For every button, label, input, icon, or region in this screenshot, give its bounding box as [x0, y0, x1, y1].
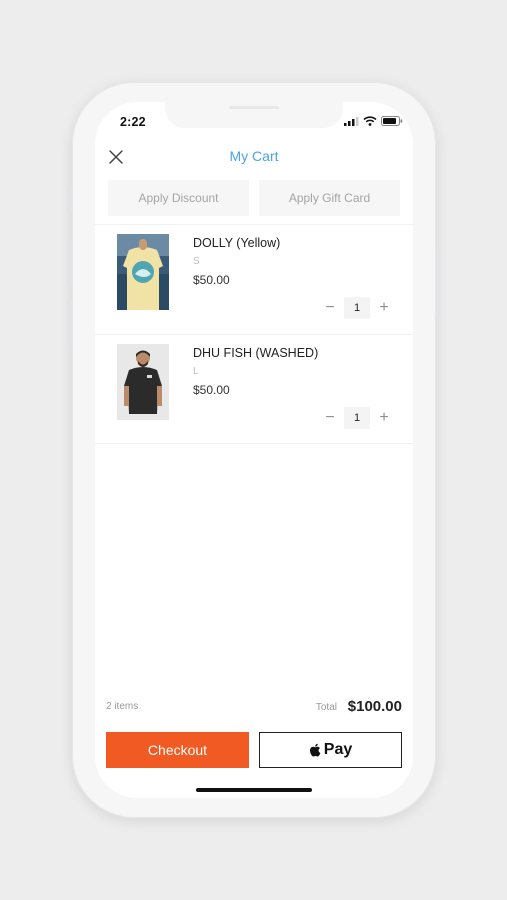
notch	[165, 102, 343, 128]
power-button	[436, 248, 440, 318]
home-indicator	[196, 788, 312, 792]
cart-item[interactable]: DOLLY (Yellow) S $50.00 − 1 +	[95, 224, 413, 333]
increase-quantity-button[interactable]: +	[373, 297, 395, 319]
item-name: DHU FISH (WASHED)	[193, 346, 319, 360]
item-size: L	[193, 366, 199, 377]
decrease-quantity-button[interactable]: −	[319, 407, 341, 429]
increase-quantity-button[interactable]: +	[373, 407, 395, 429]
item-price: $50.00	[193, 383, 230, 397]
decrease-quantity-button[interactable]: −	[319, 297, 341, 319]
items-count: 2 items	[106, 701, 139, 712]
item-name: DOLLY (Yellow)	[193, 236, 281, 250]
apple-pay-label: Pay	[323, 741, 353, 758]
quantity-stepper: − 1 +	[319, 297, 395, 319]
total-label: Total	[315, 702, 337, 713]
volume-down-button	[68, 300, 72, 346]
discount-actions: Apply Discount Apply Gift Card	[108, 180, 400, 216]
wifi-icon	[363, 116, 377, 126]
quantity-value: 1	[344, 297, 370, 319]
total-amount: $100.00	[347, 698, 402, 715]
battery-icon	[381, 116, 403, 126]
item-size: S	[193, 256, 200, 267]
mute-switch	[68, 186, 72, 212]
apple-icon	[309, 743, 321, 757]
yellow-tshirt-back-image[interactable]	[117, 234, 169, 310]
quantity-value: 1	[344, 407, 370, 429]
man-in-black-tshirt-image[interactable]	[117, 344, 169, 420]
page-title: My Cart	[229, 148, 279, 164]
app-screen: 2:22 My Cart Apply Discount Apply Gift C…	[95, 102, 413, 798]
signal-icon	[344, 116, 359, 126]
item-price: $50.00	[193, 273, 230, 287]
status-icons	[344, 116, 403, 126]
cart-item[interactable]: DHU FISH (WASHED) L $50.00 − 1 +	[95, 334, 413, 444]
status-time: 2:22	[120, 115, 146, 129]
apply-discount-button[interactable]: Apply Discount	[108, 180, 249, 216]
quantity-stepper: − 1 +	[319, 407, 395, 429]
apply-gift-card-button[interactable]: Apply Gift Card	[259, 180, 400, 216]
apple-pay-button[interactable]: Pay	[259, 732, 402, 768]
volume-up-button	[68, 240, 72, 286]
speaker	[229, 106, 279, 109]
checkout-button[interactable]: Checkout	[106, 732, 249, 768]
